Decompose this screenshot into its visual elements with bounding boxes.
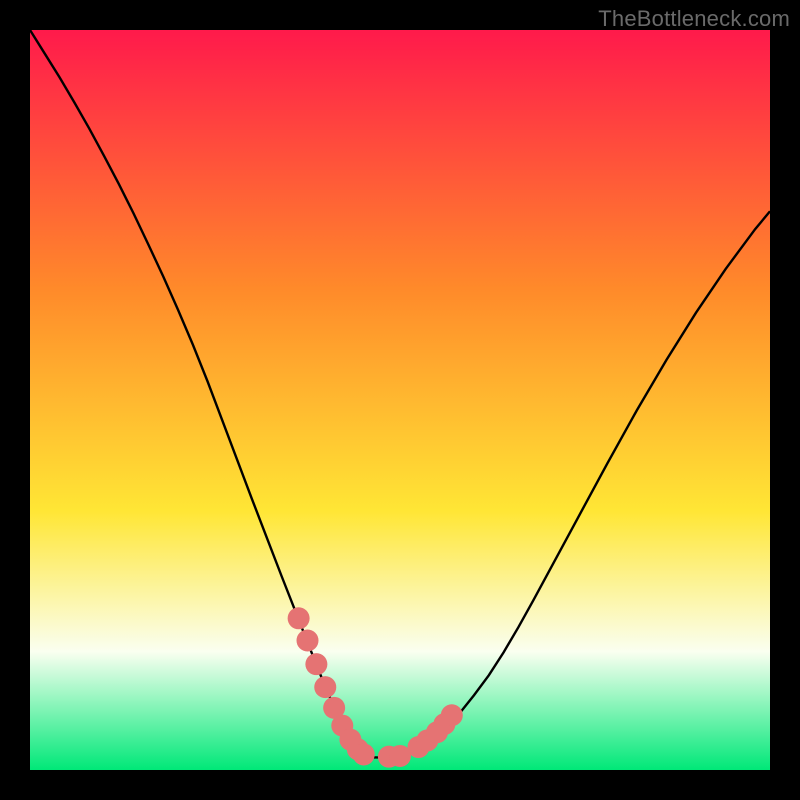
chart-background-gradient [30,30,770,770]
curve-marker [353,743,375,765]
chart-frame [30,30,770,770]
curve-marker [288,607,310,629]
curve-marker [297,630,319,652]
watermark-text: TheBottleneck.com [598,6,790,32]
curve-marker [441,704,463,726]
curve-marker [305,653,327,675]
curve-marker [314,676,336,698]
chart-svg [30,30,770,770]
